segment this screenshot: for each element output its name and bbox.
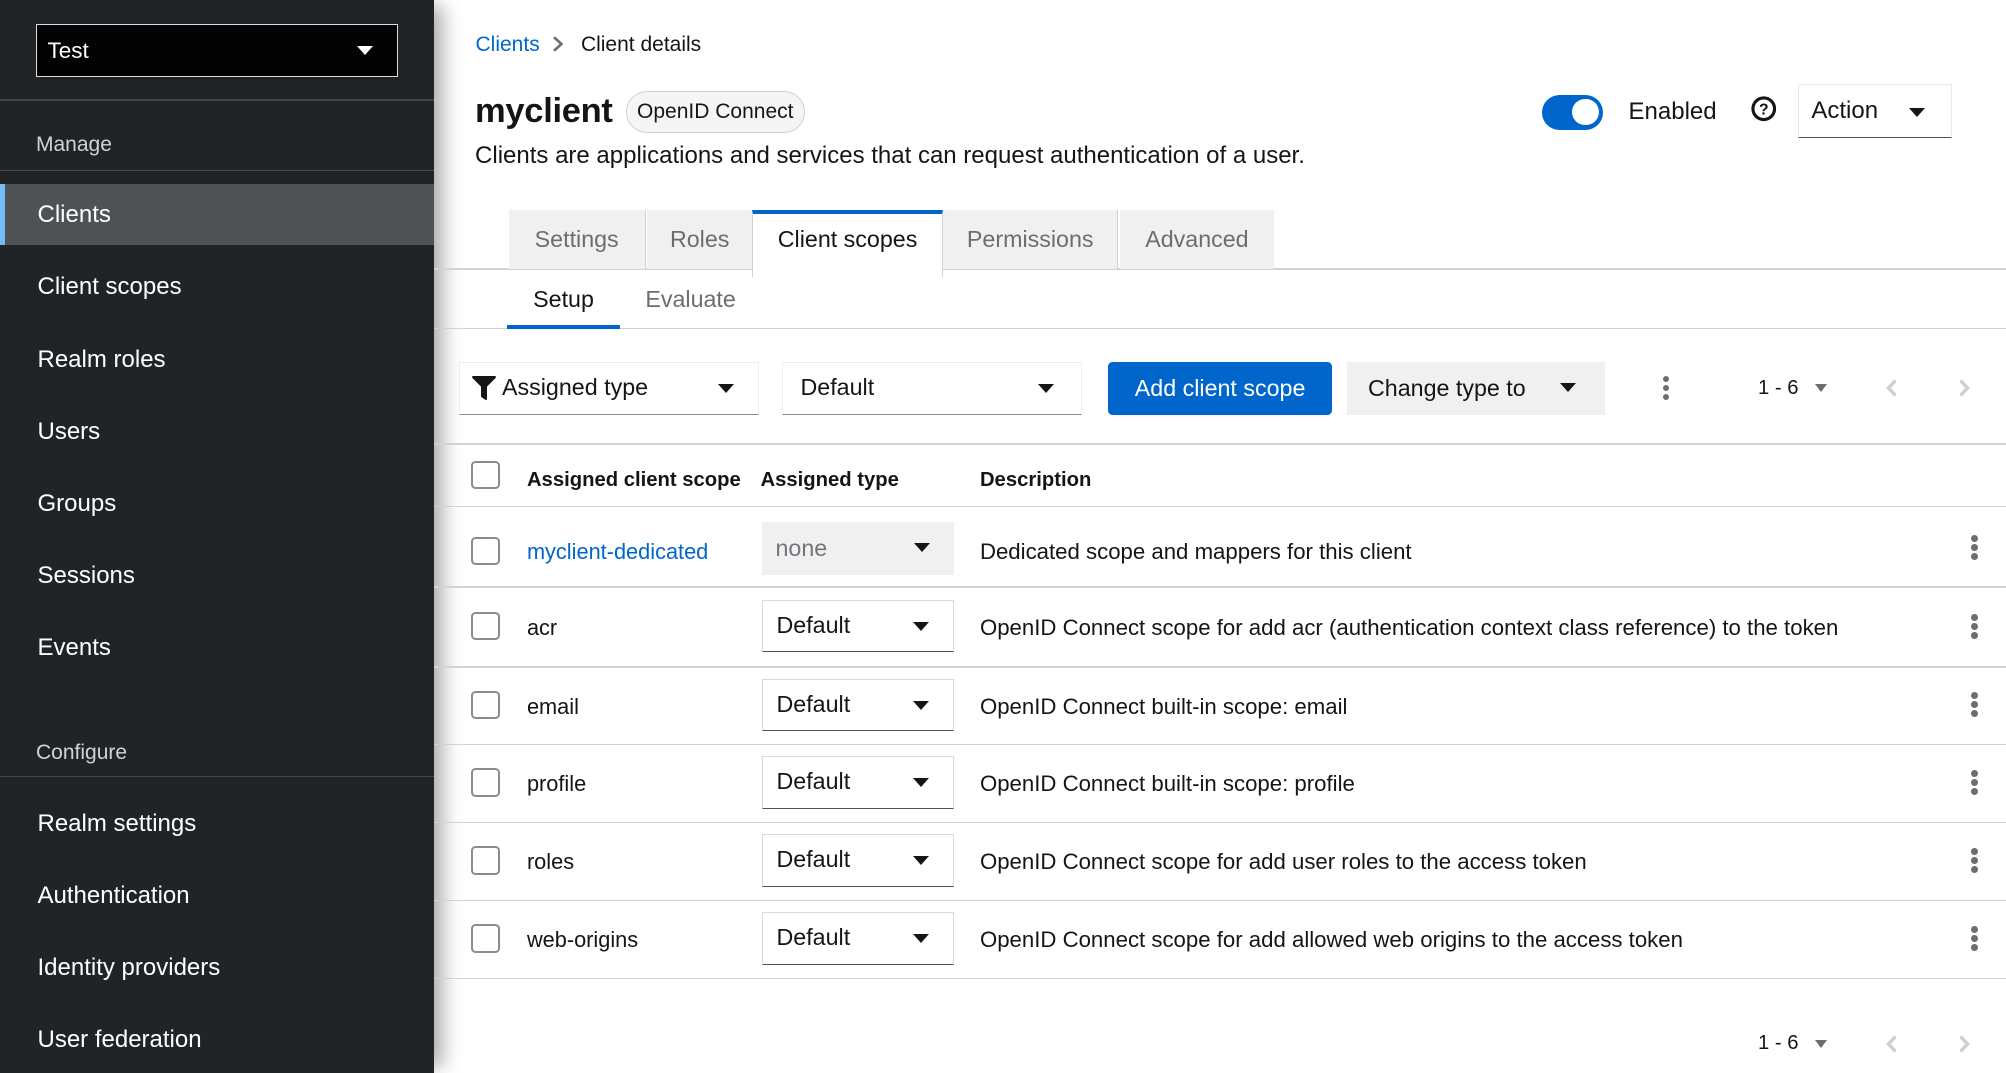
svg-text:?: ? [1758, 101, 1768, 118]
